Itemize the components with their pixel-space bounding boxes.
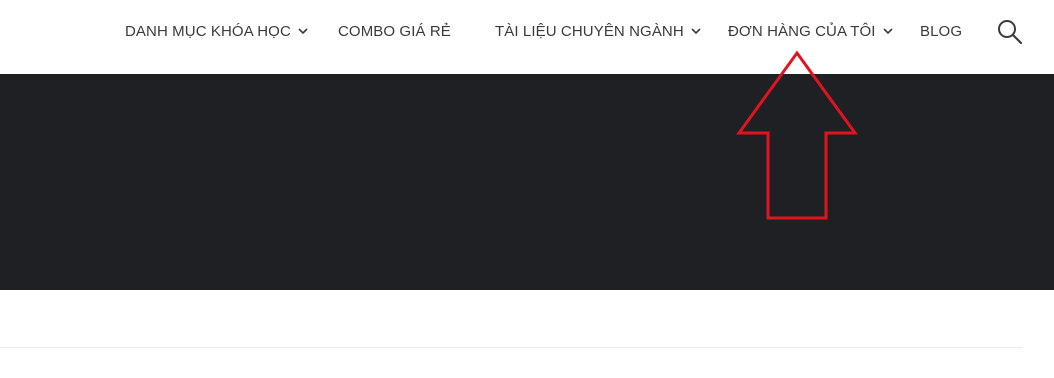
nav-item-my-orders[interactable]: ĐƠN HÀNG CỦA TÔI <box>728 20 894 42</box>
search-icon[interactable] <box>996 18 1024 46</box>
hero-banner <box>0 74 1054 290</box>
nav-item-documents[interactable]: TÀI LIỆU CHUYÊN NGÀNH <box>495 20 702 42</box>
nav-item-label: COMBO GIÁ RẺ <box>338 22 451 40</box>
nav-item-label: DANH MỤC KHÓA HỌC <box>125 22 291 40</box>
nav-item-label: BLOG <box>920 22 963 40</box>
nav-item-label: ĐƠN HÀNG CỦA TÔI <box>728 22 876 40</box>
page: DANH MỤC KHÓA HỌC COMBO GIÁ RẺ TÀI LIỆU … <box>0 0 1054 378</box>
chevron-down-icon <box>691 28 701 35</box>
chevron-down-icon <box>882 28 893 35</box>
nav-item-combo[interactable]: COMBO GIÁ RẺ <box>338 20 451 42</box>
divider <box>0 347 1022 348</box>
nav-item-course-catalog[interactable]: DANH MỤC KHÓA HỌC <box>125 20 309 42</box>
nav-item-blog[interactable]: BLOG <box>920 20 962 42</box>
top-navigation: DANH MỤC KHÓA HỌC COMBO GIÁ RẺ TÀI LIỆU … <box>0 0 1054 74</box>
nav-item-label: TÀI LIỆU CHUYÊN NGÀNH <box>495 22 684 40</box>
chevron-down-icon <box>298 28 308 35</box>
